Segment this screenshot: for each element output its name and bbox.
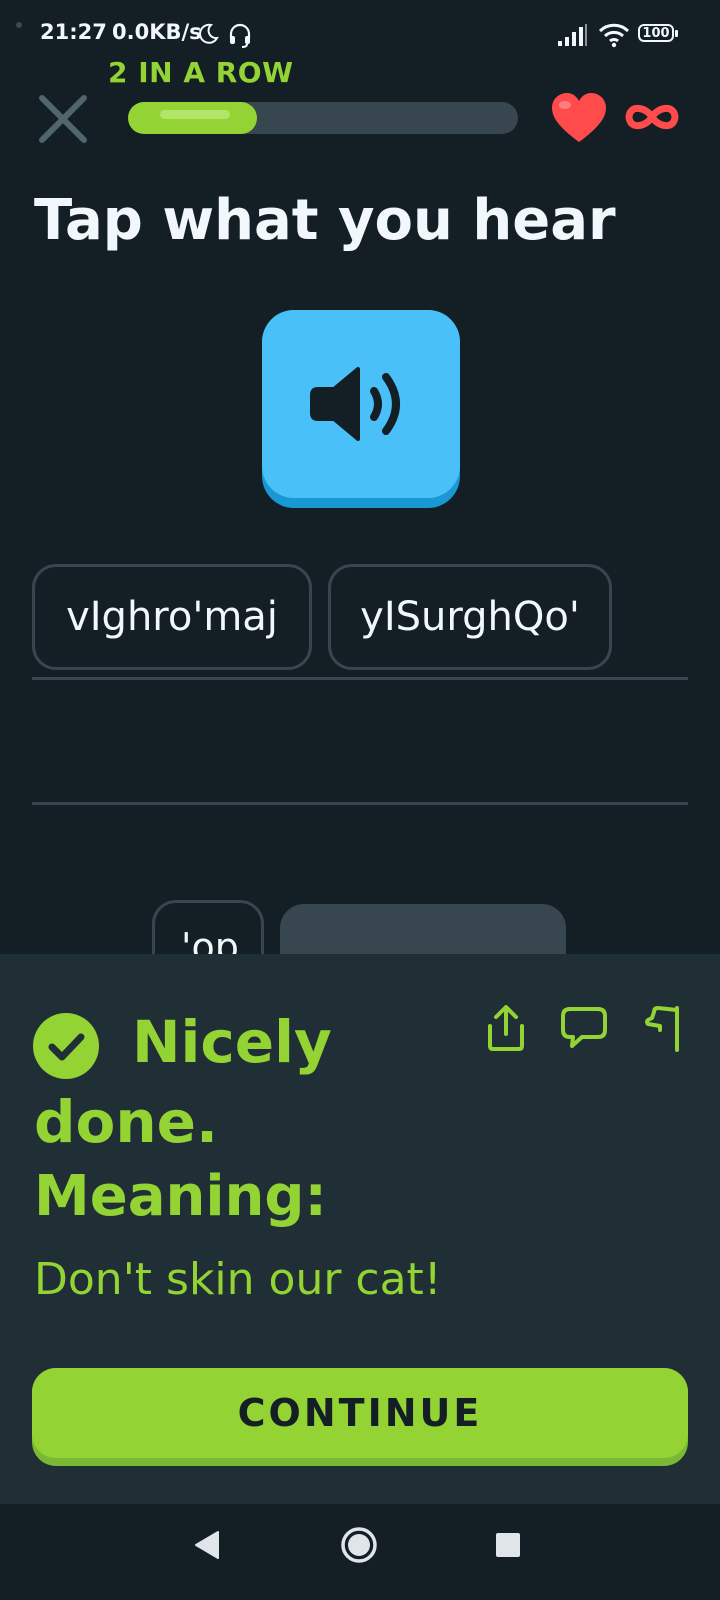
streak-label: 2 IN A ROW bbox=[108, 56, 294, 89]
lesson-progress-bar bbox=[128, 102, 518, 134]
answer-line bbox=[32, 802, 688, 805]
play-audio-button[interactable] bbox=[262, 310, 460, 508]
answer-line bbox=[32, 677, 688, 680]
headset-icon bbox=[229, 23, 251, 48]
signal-icon bbox=[558, 24, 587, 46]
share-icon[interactable] bbox=[484, 1004, 528, 1052]
answer-area: vIghro'maj yISurghQo' bbox=[32, 564, 692, 674]
comment-icon[interactable] bbox=[560, 1006, 608, 1050]
status-time: 21:27 bbox=[40, 20, 107, 44]
word-bank: 'op bbox=[0, 900, 720, 994]
notification-dot bbox=[16, 22, 22, 28]
heart-icon[interactable] bbox=[550, 92, 608, 144]
feedback-heading: Nicely done. bbox=[34, 1008, 332, 1156]
recent-apps-icon[interactable] bbox=[496, 1533, 520, 1557]
wifi-icon bbox=[598, 23, 630, 48]
selected-word-chip[interactable]: vIghro'maj bbox=[32, 564, 312, 670]
back-icon[interactable] bbox=[194, 1530, 220, 1560]
navigation-bar bbox=[0, 1504, 720, 1600]
continue-button-label: CONTINUE bbox=[32, 1368, 688, 1458]
exercise-title: Tap what you hear bbox=[34, 188, 616, 253]
status-network-speed: 0.0KB/s bbox=[112, 20, 202, 44]
flag-icon[interactable] bbox=[644, 1004, 684, 1052]
moon-icon bbox=[199, 23, 219, 44]
feedback-panel: Nicely done. Meaning: Don't skin our cat… bbox=[0, 954, 720, 1504]
battery-level: 100 bbox=[642, 25, 670, 41]
battery-icon: 100 bbox=[638, 24, 678, 44]
meaning-label: Meaning: bbox=[34, 1164, 327, 1229]
meaning-text: Don't skin our cat! bbox=[34, 1254, 442, 1305]
home-icon[interactable] bbox=[340, 1526, 378, 1564]
progress-fill bbox=[128, 102, 257, 134]
close-icon[interactable] bbox=[36, 92, 90, 146]
infinity-icon bbox=[625, 104, 679, 130]
continue-button[interactable]: CONTINUE bbox=[32, 1368, 688, 1466]
speaker-icon bbox=[310, 367, 400, 441]
selected-word-chip[interactable]: yISurghQo' bbox=[328, 564, 612, 670]
